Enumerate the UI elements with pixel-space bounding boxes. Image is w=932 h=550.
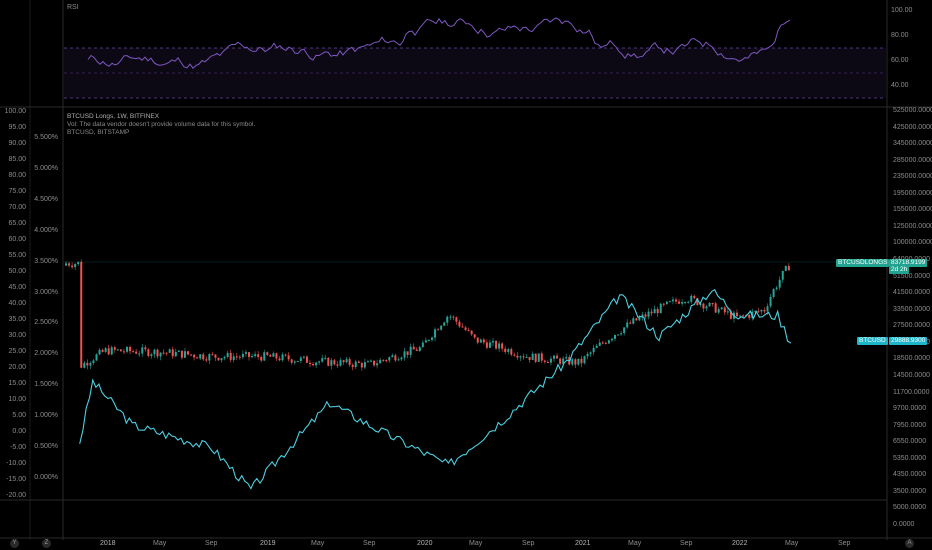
time-axis-label: Sep [205,540,218,547]
price-scale-label: 6550.0000 [893,438,927,446]
time-axis-label: Sep [522,540,535,547]
left-scale-label: -5.00 [10,444,26,451]
percent-scale-label: 5.000% [34,164,58,172]
price-scale-label: 14500.0000 [893,371,930,379]
left-scale-label: -15.00 [6,476,26,483]
rsi-scale-label: 40.00 [891,82,909,89]
left-scale-label: 70.00 [8,204,26,211]
left-scale-label: 0.00 [12,428,26,435]
left-scale-label: 80.00 [8,172,26,179]
left-scale-label: 75.00 [8,188,26,195]
symbol-title[interactable]: BTCUSD Longs, 1W, BITFINEX [67,113,159,120]
price-scale-label: 100000.0000 [893,239,932,247]
percent-scale-label: 5.500% [34,134,58,141]
percent-scale-label: 1.500% [34,381,58,389]
left-scale-label: 85.00 [8,156,26,163]
left-scale-label: 15.00 [8,380,26,387]
percent-scale-label: 4.000% [34,226,58,234]
price-scale-label: 27500.0000 [893,322,930,330]
volume-note: Vol: The data vendor doesn't provide vol… [67,121,256,128]
time-axis-label: May [628,540,642,547]
zoom-button[interactable]: Z [42,539,51,548]
time-axis-label: 2019 [260,540,276,547]
overlay-title[interactable]: BTCUSD, BITSTAMP [67,129,129,136]
left-scale-label: 5.00 [12,412,26,419]
percent-scale-label: 2.500% [34,319,58,327]
left-scale-label: 50.00 [8,268,26,275]
left-scale-label: -20.00 [6,492,26,499]
auto-scale-button[interactable]: A [905,539,914,548]
price-scale-label: 4350.0000 [893,471,927,479]
time-axis-label: 2020 [417,540,433,547]
price-scale-label: 33500.0000 [893,305,930,313]
btc-line-layer [79,288,792,490]
percent-scale-label: 1.000% [34,412,58,420]
left-scale-label: 25.00 [8,348,26,355]
left-scale-label: 100.00 [4,108,26,115]
time-axis-label: 2022 [732,540,748,547]
time-axis-label: 2018 [100,540,116,547]
left-scale-label: 40.00 [8,300,26,307]
price-scale-label: 0.0000 [893,521,915,528]
time-axis-label: Sep [363,540,376,547]
left-scale-label: 90.00 [8,140,26,147]
rsi-title: RSI [67,4,79,11]
left-scale-label: 60.00 [8,236,26,243]
price-scale-label: 5350.0000 [893,454,927,462]
time-axis-label: May [153,540,167,547]
left-scale-label: 55.00 [8,252,26,259]
price-scale-label: 18500.0000 [893,355,930,363]
price-scale-label: 5000.0000 [893,504,927,512]
price-scale-label: 345000.0000 [893,140,932,148]
price-scale-label: 11700.0000 [893,388,930,396]
btcusd-price-tag: 29888.9300 [889,337,928,345]
left-scale-label: 35.00 [8,316,26,323]
left-scale-label: 95.00 [8,124,26,131]
rsi-scale-label: 60.00 [891,57,909,64]
percent-scale-label: 0.500% [34,443,58,451]
scale-mode-button[interactable]: Y [10,539,19,548]
left-scale-label: -10.00 [6,460,26,467]
longs-countdown-tag: 2d 2h [889,266,910,274]
left-scale-label: 10.00 [8,396,26,403]
percent-scale-label: 2.000% [34,350,58,358]
left-scale-label: 65.00 [8,220,26,227]
time-axis-label: May [785,540,799,547]
price-scale-label: 525000.0000 [893,107,932,114]
price-scale-label: 425000.0000 [893,123,932,131]
left-scale-label: 20.00 [8,364,26,371]
time-axis-label: 2021 [575,540,591,547]
price-scale-label: 235000.0000 [893,173,932,181]
left-scale-label: 30.00 [8,332,26,339]
time-axis-label: Sep [838,540,851,547]
longs-name-tag: BTCUSDLONGS [836,259,890,267]
rsi-scale-label: 100.00 [891,7,913,14]
price-scale-label: 155000.0000 [893,206,932,214]
price-scale-label: 7950.0000 [893,421,927,429]
time-axis-label: May [311,540,325,547]
time-axis-label: Sep [680,540,693,547]
percent-scale-label: 4.500% [34,195,58,203]
left-scale-label: 45.00 [8,284,26,291]
time-axis-label: May [469,540,483,547]
price-scale-label: 195000.0000 [893,189,932,197]
btcusd-line [79,288,792,490]
percent-scale-label: 3.500% [34,257,58,265]
price-scale-label: 285000.0000 [893,156,932,164]
percent-scale-label: 3.000% [34,288,58,296]
percent-scale-label: 0.000% [34,474,58,481]
price-scale-label: 125000.0000 [893,222,932,230]
rsi-scale-label: 80.00 [891,32,909,39]
price-scale-label: 3500.0000 [893,487,927,495]
btcusd-name-tag: BTCUSD [857,337,888,345]
price-scale-label: 41500.0000 [893,289,930,297]
price-scale-label: 9700.0000 [893,405,927,413]
